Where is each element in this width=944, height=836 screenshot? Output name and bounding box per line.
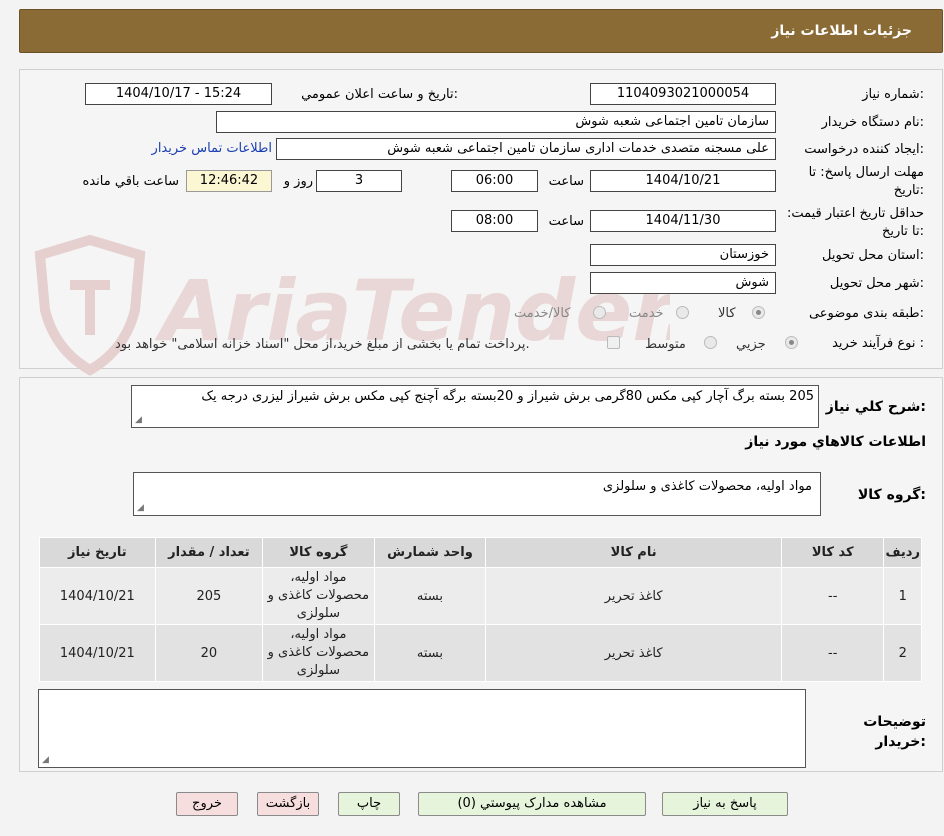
process-minor-label: جزیي <box>736 337 766 352</box>
announce-label: تاریخ و ساعت اعلان عمومي: <box>301 87 458 102</box>
row-date: 1404/10/21 <box>39 567 156 625</box>
city-label: شهر محل تحویل: <box>829 276 924 291</box>
col-index-header: رديف <box>883 537 922 568</box>
requester-field: علی مسجنه متصدی خدمات اداری سازمان تامین… <box>276 138 776 160</box>
goods-group-textarea[interactable]: مواد اولیه، محصولات کاغذی و سلولزی ◢ <box>133 472 821 516</box>
remaining-time-field: 12:46:42 <box>186 170 272 192</box>
validity-date-field: 1404/11/30 <box>590 210 776 232</box>
row-group: مواد اولیه، محصولات کاغذی و سلولزی <box>262 624 375 682</box>
row-index: 1 <box>883 567 922 625</box>
category-label: طبقه بندی موضوعی: <box>808 306 924 321</box>
table-row: 1404/10/21 205 مواد اولیه، محصولات کاغذی… <box>39 567 922 625</box>
reply-button[interactable]: پاسخ به نياز <box>662 792 788 816</box>
treasury-payment-checkbox[interactable] <box>607 336 620 349</box>
col-name-header: نام کالا <box>485 537 783 568</box>
treasury-payment-note: پرداخت تمام یا بخشی از مبلغ خرید،از محل … <box>115 337 530 352</box>
process-minor-radio[interactable] <box>785 336 798 349</box>
category-both-radio[interactable] <box>593 306 606 319</box>
row-date: 1404/10/21 <box>39 624 156 682</box>
goods-group-text: مواد اولیه، محصولات کاغذی و سلولزی <box>602 479 812 494</box>
goods-group-label: گروه کالا: <box>857 487 926 503</box>
row-unit: بسته <box>373 567 487 625</box>
row-name: کاغذ تحریر <box>485 624 783 682</box>
deadline-label: مهلت ارسال پاسخ: تا تاریخ: <box>808 165 924 198</box>
days-label: روز و <box>283 174 313 189</box>
exit-button[interactable]: خروج <box>176 792 238 816</box>
deadline-date-field: 1404/10/21 <box>590 170 776 192</box>
deadline-time-label: ساعت <box>548 174 584 189</box>
page-header: جزئیات اطلاعات نیاز <box>19 9 943 53</box>
resize-grip-icon: ◢ <box>42 755 49 765</box>
city-field: شوش <box>590 272 776 294</box>
process-medium-radio[interactable] <box>704 336 717 349</box>
col-unit-header: واحد شمارش <box>373 537 487 568</box>
back-button[interactable]: بازگشت <box>257 792 319 816</box>
buyer-contact-link[interactable]: اطلاعات تماس خريدار <box>152 141 272 156</box>
validity-time-label: ساعت <box>548 214 584 229</box>
province-label: استان محل تحویل: <box>822 248 924 263</box>
buyer-notes-textarea[interactable]: ◢ <box>38 689 806 768</box>
col-code-header: کد کالا <box>781 537 885 568</box>
validity-time-field: 08:00 <box>451 210 538 232</box>
validity-label: حداقل تاریخ اعتبار قیمت: تا تاریخ: <box>786 206 924 239</box>
buyer-org-field: سازمان تامین اجتماعی شعبه شوش <box>216 111 776 133</box>
announce-date-field: 1404/10/17 - 15:24 <box>85 83 272 105</box>
print-button[interactable]: چاپ <box>338 792 400 816</box>
row-group: مواد اولیه، محصولات کاغذی و سلولزی <box>262 567 375 625</box>
description-label: شرح کلي نياز: <box>825 399 926 415</box>
resize-grip-icon: ◢ <box>137 503 144 513</box>
days-field: 3 <box>316 170 402 192</box>
resize-grip-icon: ◢ <box>135 415 142 425</box>
attachments-button[interactable]: مشاهده مدارک پيوستي (0) <box>418 792 646 816</box>
table-header-row: تاریخ نیاز تعداد / مقدار گروه کالا واحد … <box>39 537 922 568</box>
page-title: جزئیات اطلاعات نیاز <box>771 23 912 39</box>
goods-section-title: اطلاعات کالاهاي مورد نياز <box>745 434 926 450</box>
row-unit: بسته <box>373 624 487 682</box>
col-group-header: گروه کالا <box>262 537 375 568</box>
row-code: -- <box>781 567 885 625</box>
col-qty-header: تعداد / مقدار <box>154 537 264 568</box>
row-name: کاغذ تحریر <box>485 567 783 625</box>
category-service-label: خدمت <box>629 306 664 321</box>
need-number-label: شماره نیاز: <box>862 87 924 102</box>
deadline-time-field: 06:00 <box>451 170 538 192</box>
category-goods-radio[interactable] <box>752 306 765 319</box>
process-label: نوع فرآیند خرید : <box>832 336 924 351</box>
buyer-org-label: نام دستگاه خريدار: <box>821 115 924 130</box>
process-medium-label: متوسط <box>645 337 686 352</box>
col-date-header: تاریخ نیاز <box>39 537 156 568</box>
table-row: 1404/10/21 20 مواد اولیه، محصولات کاغذی … <box>39 624 922 682</box>
category-both-label: کالا/خدمت <box>514 306 571 321</box>
row-code: -- <box>781 624 885 682</box>
row-qty: 205 <box>154 567 264 625</box>
description-textarea[interactable]: 205 بسته برگ آچار کپی مکس 80گرمی برش شیر… <box>131 385 819 428</box>
category-service-radio[interactable] <box>676 306 689 319</box>
requester-label: ايجاد کننده درخواست: <box>804 142 924 157</box>
remaining-label: ساعت باقي مانده <box>82 174 179 189</box>
items-table: تاریخ نیاز تعداد / مقدار گروه کالا واحد … <box>39 537 922 682</box>
row-index: 2 <box>883 624 922 682</box>
category-goods-label: کالا <box>718 306 736 321</box>
description-text: 205 بسته برگ آچار کپی مکس 80گرمی برش شیر… <box>201 389 814 404</box>
buyer-notes-label: توضيحات خريدار: <box>863 714 926 750</box>
row-qty: 20 <box>154 624 264 682</box>
need-number-field: 1104093021000054 <box>590 83 776 105</box>
province-field: خوزستان <box>590 244 776 266</box>
